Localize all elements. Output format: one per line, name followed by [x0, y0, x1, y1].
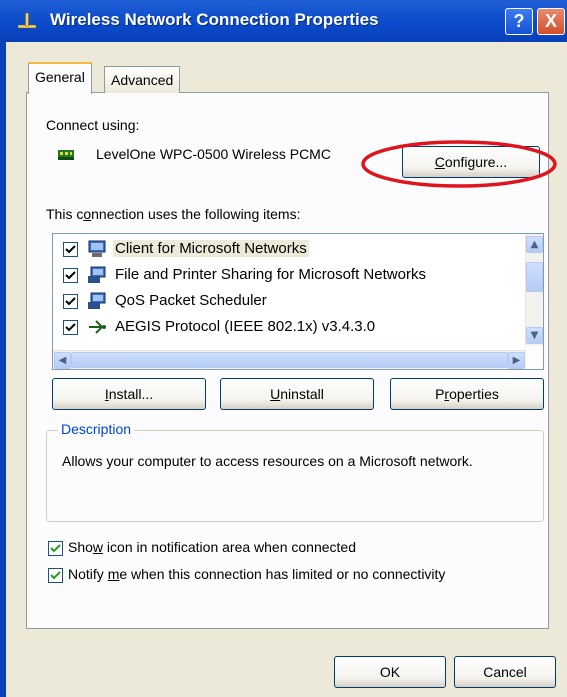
install-button[interactable]: Install...	[52, 378, 206, 410]
protocol-icon	[89, 320, 106, 334]
notify-label-rest: e when this connection has limited or no…	[119, 566, 446, 582]
item-checkbox[interactable]	[63, 268, 78, 283]
description-group	[46, 430, 544, 522]
vertical-scrollbar[interactable]: ▲ ▼	[525, 234, 543, 346]
show-icon-label-rest: icon in notification area when connected	[103, 539, 356, 555]
uninstall-label-accel: U	[270, 386, 281, 402]
uninstall-label-rest: ninstall	[280, 386, 324, 402]
item-label: File and Printer Sharing for Microsoft N…	[115, 266, 426, 283]
show-icon-label[interactable]: Show icon in notification area when conn…	[68, 539, 356, 555]
network-adapter-icon	[58, 150, 74, 160]
show-icon-label-accel: w	[92, 539, 104, 555]
file-printer-sharing-icon	[88, 266, 106, 283]
items-label-pre: This c	[46, 206, 84, 222]
item-checkbox[interactable]	[63, 294, 78, 309]
scroll-left-icon[interactable]: ◀	[54, 352, 71, 369]
properties-button[interactable]: Properties	[390, 378, 544, 410]
notify-label-accel: m	[107, 566, 120, 582]
item-label: QoS Packet Scheduler	[115, 292, 267, 309]
item-label: AEGIS Protocol (IEEE 802.1x) v3.4.3.0	[115, 318, 376, 335]
description-title: Description	[58, 421, 135, 437]
items-label-rest: nnection uses the following items:	[91, 206, 301, 222]
notify-label[interactable]: Notify me when this connection has limit…	[68, 566, 445, 582]
components-list[interactable]: Client for Microsoft Networks File and P…	[52, 233, 544, 370]
item-label: Client for Microsoft Networks	[113, 240, 309, 257]
cancel-button[interactable]: Cancel	[454, 656, 556, 688]
list-item[interactable]: QoS Packet Scheduler	[53, 291, 513, 313]
close-button[interactable]: X	[537, 8, 565, 35]
window-title: Wireless Network Connection Properties	[50, 10, 379, 29]
list-item[interactable]: Client for Microsoft Networks	[53, 239, 513, 261]
install-label-rest: nstall...	[108, 386, 154, 402]
item-checkbox[interactable]	[63, 242, 78, 257]
configure-button[interactable]: Configure...	[402, 146, 540, 178]
list-item[interactable]: AEGIS Protocol (IEEE 802.1x) v3.4.3.0	[53, 317, 513, 339]
show-icon-checkbox[interactable]	[48, 541, 63, 556]
scroll-thumb[interactable]	[526, 262, 543, 292]
properties-label-rest: operties	[449, 386, 499, 402]
scroll-right-icon[interactable]: ▶	[508, 352, 525, 369]
title-bar[interactable]: Wireless Network Connection Properties ?…	[0, 0, 567, 42]
ok-button[interactable]: OK	[334, 656, 446, 688]
adapter-name: LevelOne WPC-0500 Wireless PCMC	[96, 146, 331, 162]
network-connection-icon	[18, 13, 36, 29]
connect-using-label: Connect using:	[46, 117, 140, 133]
notify-checkbox[interactable]	[48, 568, 63, 583]
configure-label-rest: onfigure...	[444, 154, 508, 170]
items-label: This connection uses the following items…	[46, 206, 300, 222]
show-icon-label-pre: Sho	[68, 539, 93, 555]
list-item[interactable]: File and Printer Sharing for Microsoft N…	[53, 265, 513, 287]
description-text: Allows your computer to access resources…	[62, 453, 473, 469]
scroll-thumb[interactable]	[71, 352, 508, 368]
network-client-icon	[88, 240, 106, 257]
notify-label-pre: Notify	[68, 566, 108, 582]
tab-general[interactable]: General	[28, 62, 92, 94]
items-label-accel: o	[83, 206, 92, 222]
scroll-up-icon[interactable]: ▲	[526, 236, 543, 253]
tab-advanced[interactable]: Advanced	[104, 66, 181, 93]
item-checkbox[interactable]	[63, 320, 78, 335]
scroll-down-icon[interactable]: ▼	[526, 327, 543, 344]
help-button[interactable]: ?	[505, 8, 533, 35]
configure-label-accel: C	[434, 154, 445, 170]
window-frame-left	[0, 42, 6, 697]
qos-scheduler-icon	[88, 292, 106, 309]
horizontal-scrollbar[interactable]: ◀ ▶	[53, 350, 526, 369]
uninstall-button[interactable]: Uninstall	[220, 378, 374, 410]
